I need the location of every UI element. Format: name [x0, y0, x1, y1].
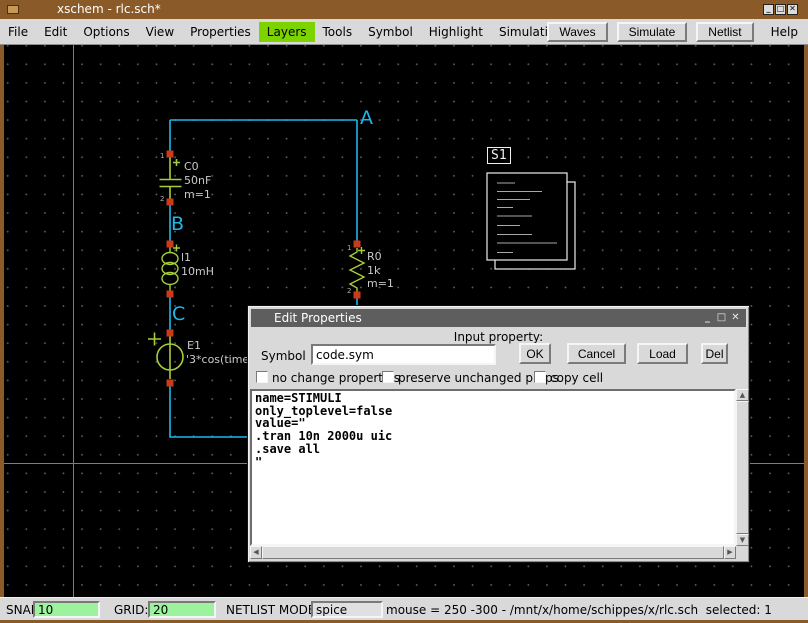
resistor-pin2[interactable] [354, 292, 361, 299]
capacitor-pin2-number: 2 [160, 196, 164, 203]
inductor-symbol[interactable] [162, 241, 180, 298]
waves-button[interactable]: Waves [547, 22, 607, 42]
node-label-b[interactable]: B [171, 215, 184, 234]
inductor-name-label[interactable]: l1 [181, 252, 191, 263]
dialog-title: Edit Properties [274, 311, 362, 325]
inductor-pin2[interactable] [167, 291, 174, 298]
dialog-prompt: Input property: [248, 330, 749, 344]
horizontal-scrollbar-thumb[interactable] [262, 546, 724, 559]
menu-tools[interactable]: Tools [315, 22, 361, 42]
netlist-mode-input[interactable] [311, 601, 383, 618]
symbol-field-label: Symbol [261, 349, 306, 363]
schematic-canvas[interactable]: A B C C0 50nF m=1 1 2 l1 10mH E1 '3*cos(… [4, 45, 804, 597]
window-titlebar[interactable]: xschem - rlc.sch* _ □ ✕ [0, 0, 808, 19]
copy-cell-checkbox[interactable] [534, 371, 546, 383]
menu-help[interactable]: Help [763, 22, 806, 42]
scroll-down-icon[interactable]: ▼ [736, 534, 749, 546]
scroll-left-icon[interactable]: ◀ [250, 546, 262, 559]
netlist-mode-label: NETLIST MODE: [226, 603, 320, 617]
capacitor-pin1-number: 1 [160, 153, 164, 160]
menu-view[interactable]: View [138, 22, 182, 42]
source-name-label[interactable]: E1 [187, 340, 201, 351]
menu-properties[interactable]: Properties [182, 22, 259, 42]
capacitor-plus-icon [173, 159, 180, 166]
simulate-button[interactable]: Simulate [617, 22, 688, 42]
capacitor-name-label[interactable]: C0 [184, 161, 199, 172]
resistor-plus-icon [358, 247, 365, 254]
no-change-properties-checkbox[interactable] [256, 371, 268, 383]
window-maximize-icon[interactable]: □ [775, 4, 786, 15]
ok-button[interactable]: OK [519, 343, 551, 364]
menu-file[interactable]: File [0, 22, 36, 42]
cancel-button[interactable]: Cancel [567, 343, 626, 364]
scroll-right-icon[interactable]: ▶ [724, 546, 736, 559]
resistor-name-label[interactable]: R0 [367, 251, 382, 262]
capacitor-mult-label[interactable]: m=1 [184, 189, 211, 200]
netlist-button[interactable]: Netlist [696, 22, 753, 42]
preserve-unchanged-props-checkbox[interactable] [382, 371, 394, 383]
code-symbol-name-label[interactable]: S1 [487, 147, 511, 164]
resistor-pin1[interactable] [354, 241, 361, 248]
scroll-up-icon[interactable]: ▲ [736, 389, 749, 401]
menu-edit[interactable]: Edit [36, 22, 75, 42]
window-close-icon[interactable]: ✕ [787, 4, 798, 15]
capacitor-pin1[interactable] [167, 151, 174, 158]
node-label-a[interactable]: A [360, 109, 373, 128]
menubar: File Edit Options View Properties Layers… [0, 19, 808, 45]
xschem-window: { "window": { "title": "xschem - rlc.sch… [0, 0, 808, 623]
copy-cell-label: copy cell [550, 371, 603, 385]
resistor-value-label[interactable]: 1k [367, 265, 380, 276]
dialog-close-icon[interactable]: ✕ [729, 311, 742, 324]
no-change-properties-label: no change properties [272, 371, 400, 385]
capacitor-pin2[interactable] [167, 199, 174, 206]
vertical-scrollbar[interactable]: ▲ ▼ [736, 389, 749, 546]
source-pin2[interactable] [167, 380, 174, 387]
resistor-mult-label[interactable]: m=1 [367, 278, 394, 289]
grid-input[interactable] [148, 601, 216, 618]
capacitor-value-label[interactable]: 50nF [184, 175, 211, 186]
resistor-pin1-number: 1 [347, 245, 351, 252]
node-label-c[interactable]: C [172, 305, 185, 324]
menubar-right-buttons: Waves Simulate Netlist Help [547, 19, 806, 45]
inductor-value-label[interactable]: 10mH [181, 266, 214, 277]
load-button[interactable]: Load [637, 343, 688, 364]
menu-symbol[interactable]: Symbol [360, 22, 421, 42]
source-plus-icon [148, 333, 161, 346]
inductor-plus-icon [173, 245, 180, 252]
dialog-checkbox-row: no change properties preserve unchanged … [248, 370, 749, 384]
menu-layers[interactable]: Layers [259, 22, 315, 42]
grid-label: GRID: [114, 603, 148, 617]
dialog-maximize-icon[interactable]: □ [715, 311, 728, 324]
edit-properties-dialog: Edit Properties _ □ ✕ Input property: Sy… [247, 305, 750, 563]
statusbar: SNAP: GRID: NETLIST MODE: mouse = 250 -3… [0, 597, 808, 620]
snap-input[interactable] [33, 601, 100, 618]
window-menu-icon[interactable] [7, 5, 19, 14]
resistor-symbol[interactable] [350, 241, 365, 299]
dialog-minimize-icon[interactable]: _ [701, 311, 714, 324]
menu-options[interactable]: Options [75, 22, 137, 42]
source-symbol[interactable] [148, 330, 183, 387]
window-minimize-icon[interactable]: _ [763, 4, 774, 15]
inductor-pin1[interactable] [167, 241, 174, 248]
vertical-scrollbar-thumb[interactable] [736, 401, 749, 534]
wire-bottom[interactable] [170, 386, 248, 437]
source-pin1[interactable] [167, 330, 174, 337]
horizontal-scrollbar[interactable]: ◀ ▶ [250, 546, 736, 559]
del-button[interactable]: Del [701, 343, 728, 364]
resistor-pin2-number: 2 [347, 288, 351, 295]
symbol-input[interactable] [311, 344, 496, 365]
dialog-titlebar[interactable]: Edit Properties _ □ ✕ [251, 309, 746, 327]
status-text: mouse = 250 -300 - /mnt/x/home/schippes/… [386, 603, 772, 617]
properties-textarea[interactable]: name=STIMULI only_toplevel=false value="… [250, 389, 736, 546]
menu-highlight[interactable]: Highlight [421, 22, 491, 42]
code-symbol[interactable] [487, 173, 575, 269]
window-title: xschem - rlc.sch* [57, 2, 161, 16]
